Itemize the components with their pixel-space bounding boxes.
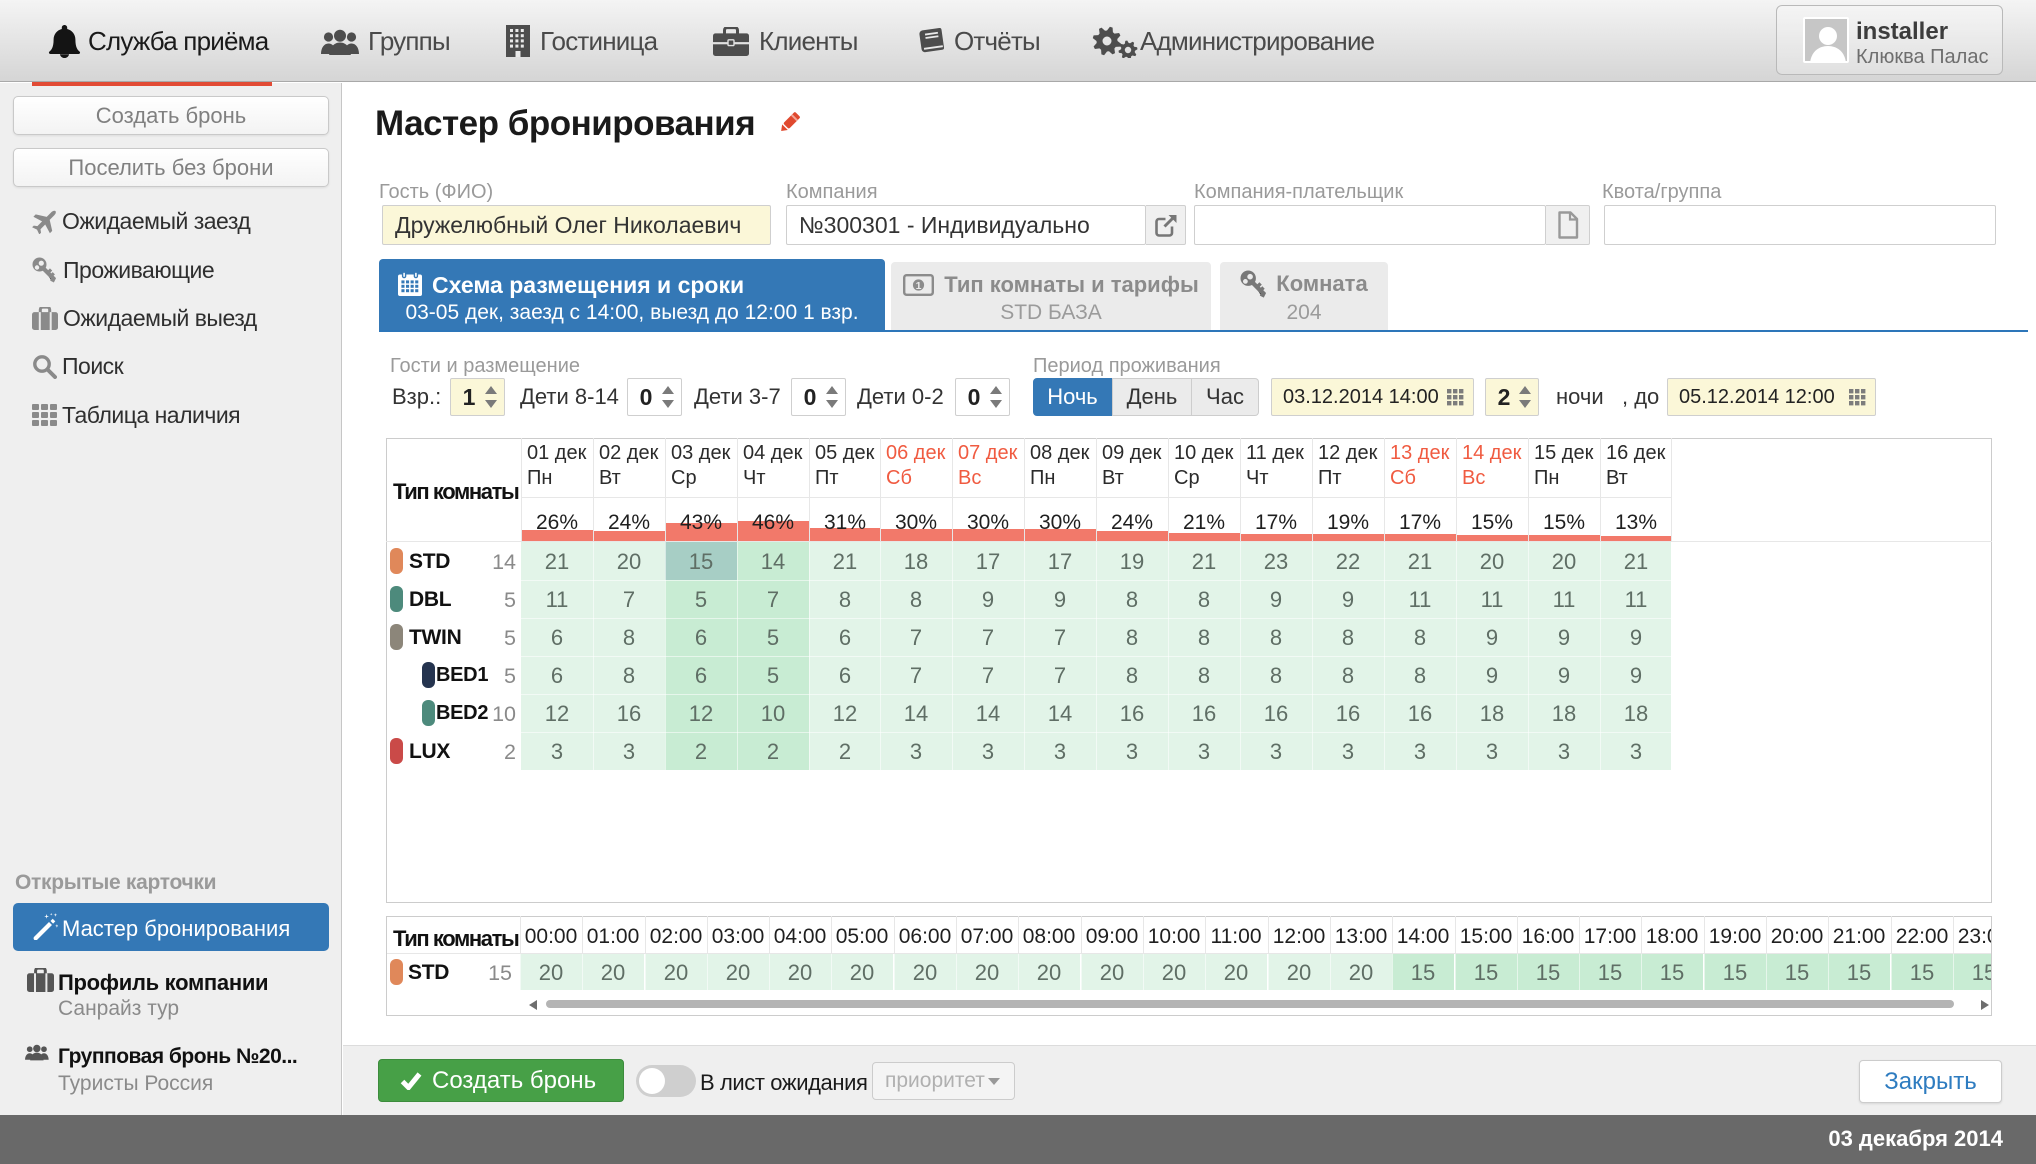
svg-text:1: 1 <box>916 280 922 292</box>
